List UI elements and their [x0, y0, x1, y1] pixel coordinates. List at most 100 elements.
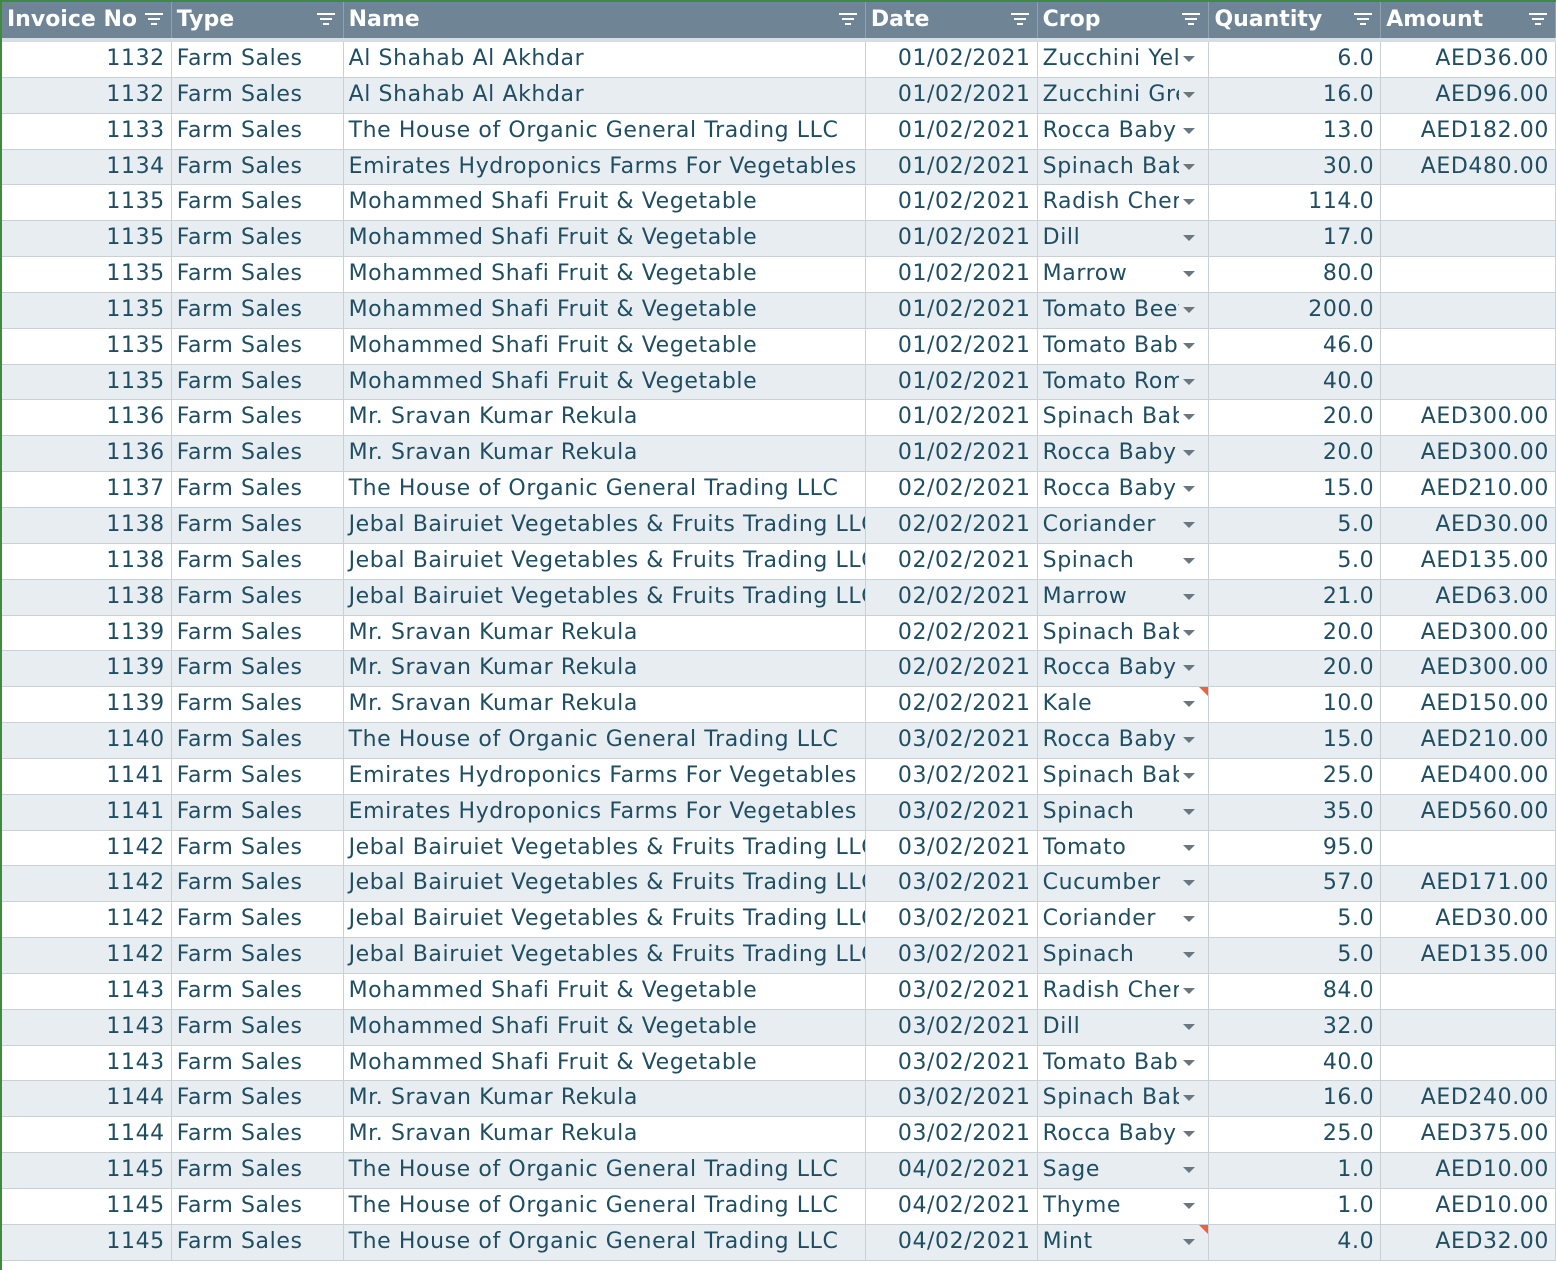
date-cell[interactable]: 02/02/2021 [866, 615, 1038, 651]
crop-cell[interactable]: Spinach [1038, 543, 1210, 579]
type-cell[interactable]: Farm Sales [172, 221, 344, 257]
date-cell[interactable]: 03/02/2021 [866, 866, 1038, 902]
quantity-cell[interactable]: 5.0 [1209, 543, 1382, 579]
crop-cell[interactable]: Spinach [1038, 938, 1210, 973]
quantity-cell[interactable]: 16.0 [1209, 77, 1382, 113]
dropdown-arrow-icon[interactable] [1183, 1059, 1196, 1066]
amount-cell[interactable]: AED96.00 [1381, 77, 1556, 113]
date-cell[interactable]: 02/02/2021 [866, 543, 1038, 579]
type-cell[interactable]: Farm Sales [172, 328, 344, 364]
crop-cell[interactable]: Spinach Bab [1038, 615, 1210, 651]
date-cell[interactable]: 03/02/2021 [866, 758, 1038, 794]
name-cell[interactable]: Jebal Bairuiet Vegetables & Fruits Tradi… [344, 902, 866, 938]
crop-cell[interactable]: Marrow [1038, 257, 1210, 292]
quantity-cell[interactable]: 13.0 [1209, 113, 1382, 149]
type-cell[interactable]: Farm Sales [172, 77, 344, 113]
crop-cell[interactable]: Zucchini Gre [1038, 77, 1210, 113]
type-cell[interactable]: Farm Sales [172, 1224, 344, 1260]
quantity-cell[interactable]: 20.0 [1209, 651, 1382, 687]
name-cell[interactable]: Mohammed Shafi Fruit & Vegetable [344, 328, 866, 364]
invoice-cell[interactable]: 1141 [2, 794, 172, 830]
type-cell[interactable]: Farm Sales [172, 42, 344, 77]
column-header-crop[interactable]: Crop [1038, 2, 1210, 38]
date-cell[interactable]: 02/02/2021 [866, 687, 1038, 723]
crop-cell[interactable]: Radish Cher [1038, 973, 1210, 1009]
quantity-cell[interactable]: 57.0 [1209, 866, 1382, 902]
date-cell[interactable]: 03/02/2021 [866, 794, 1038, 830]
crop-cell[interactable]: Spinach Bab [1038, 400, 1210, 436]
amount-cell[interactable]: AED210.00 [1381, 723, 1556, 758]
dropdown-arrow-icon[interactable] [1183, 1131, 1196, 1138]
invoice-cell[interactable]: 1143 [2, 1009, 172, 1045]
dropdown-arrow-icon[interactable] [1183, 1167, 1196, 1174]
dropdown-arrow-icon[interactable] [1183, 127, 1196, 134]
date-cell[interactable]: 01/02/2021 [866, 328, 1038, 364]
crop-cell[interactable]: Radish Cher [1038, 185, 1210, 221]
quantity-cell[interactable]: 17.0 [1209, 221, 1382, 257]
quantity-cell[interactable]: 20.0 [1209, 400, 1382, 436]
filter-icon[interactable] [144, 13, 163, 27]
crop-cell[interactable]: Dill [1038, 1009, 1210, 1045]
dropdown-arrow-icon[interactable] [1183, 521, 1196, 528]
name-cell[interactable]: Mohammed Shafi Fruit & Vegetable [344, 973, 866, 1009]
amount-cell[interactable] [1381, 1009, 1556, 1045]
dropdown-arrow-icon[interactable] [1183, 880, 1196, 887]
quantity-cell[interactable]: 84.0 [1209, 973, 1382, 1009]
type-cell[interactable]: Farm Sales [172, 1081, 344, 1117]
quantity-cell[interactable]: 1.0 [1209, 1189, 1382, 1224]
name-cell[interactable]: Mohammed Shafi Fruit & Vegetable [344, 221, 866, 257]
type-cell[interactable]: Farm Sales [172, 364, 344, 400]
quantity-cell[interactable]: 15.0 [1209, 472, 1382, 507]
name-cell[interactable]: Jebal Bairuiet Vegetables & Fruits Tradi… [344, 543, 866, 579]
type-cell[interactable]: Farm Sales [172, 1189, 344, 1224]
crop-cell[interactable]: Tomato Rom [1038, 364, 1210, 400]
invoice-cell[interactable]: 1145 [2, 1224, 172, 1260]
dropdown-arrow-icon[interactable] [1183, 665, 1196, 672]
quantity-cell[interactable]: 1.0 [1209, 1153, 1382, 1188]
quantity-cell[interactable]: 20.0 [1209, 436, 1382, 472]
invoice-cell[interactable]: 1134 [2, 149, 172, 185]
dropdown-arrow-icon[interactable] [1183, 593, 1196, 600]
amount-cell[interactable]: AED171.00 [1381, 866, 1556, 902]
type-cell[interactable]: Farm Sales [172, 830, 344, 866]
invoice-cell[interactable]: 1135 [2, 257, 172, 292]
quantity-cell[interactable]: 5.0 [1209, 902, 1382, 938]
crop-cell[interactable]: Rocca Baby [1038, 1117, 1210, 1153]
amount-cell[interactable]: AED400.00 [1381, 758, 1556, 794]
date-cell[interactable]: 01/02/2021 [866, 149, 1038, 185]
quantity-cell[interactable]: 20.0 [1209, 615, 1382, 651]
crop-cell[interactable]: Dill [1038, 221, 1210, 257]
quantity-cell[interactable]: 80.0 [1209, 257, 1382, 292]
name-cell[interactable]: Al Shahab Al Akhdar [344, 42, 866, 77]
filter-icon[interactable] [1529, 13, 1547, 27]
dropdown-arrow-icon[interactable] [1183, 987, 1196, 994]
invoice-cell[interactable]: 1143 [2, 973, 172, 1009]
type-cell[interactable]: Farm Sales [172, 1153, 344, 1188]
crop-cell[interactable]: Cucumber [1038, 866, 1210, 902]
type-cell[interactable]: Farm Sales [172, 257, 344, 292]
date-cell[interactable]: 03/02/2021 [866, 830, 1038, 866]
date-cell[interactable]: 01/02/2021 [866, 292, 1038, 328]
invoice-cell[interactable]: 1144 [2, 1081, 172, 1117]
dropdown-arrow-icon[interactable] [1183, 91, 1196, 98]
date-cell[interactable]: 02/02/2021 [866, 507, 1038, 543]
invoice-cell[interactable]: 1140 [2, 723, 172, 758]
crop-cell[interactable]: Coriander [1038, 507, 1210, 543]
type-cell[interactable]: Farm Sales [172, 579, 344, 615]
name-cell[interactable]: The House of Organic General Trading LLC [344, 1189, 866, 1224]
type-cell[interactable]: Farm Sales [172, 723, 344, 758]
column-header-invoice-no[interactable]: Invoice No [2, 2, 172, 38]
crop-cell[interactable]: Kale [1038, 687, 1210, 723]
crop-cell[interactable]: Rocca Baby [1038, 472, 1210, 507]
quantity-cell[interactable]: 5.0 [1209, 507, 1382, 543]
invoice-cell[interactable]: 1142 [2, 938, 172, 973]
invoice-cell[interactable]: 1135 [2, 221, 172, 257]
column-header-name[interactable]: Name [344, 2, 866, 38]
name-cell[interactable]: Mr. Sravan Kumar Rekula [344, 436, 866, 472]
quantity-cell[interactable]: 5.0 [1209, 938, 1382, 973]
date-cell[interactable]: 03/02/2021 [866, 1081, 1038, 1117]
quantity-cell[interactable]: 35.0 [1209, 794, 1382, 830]
dropdown-arrow-icon[interactable] [1183, 306, 1196, 313]
filter-icon[interactable] [838, 13, 857, 27]
type-cell[interactable]: Farm Sales [172, 651, 344, 687]
